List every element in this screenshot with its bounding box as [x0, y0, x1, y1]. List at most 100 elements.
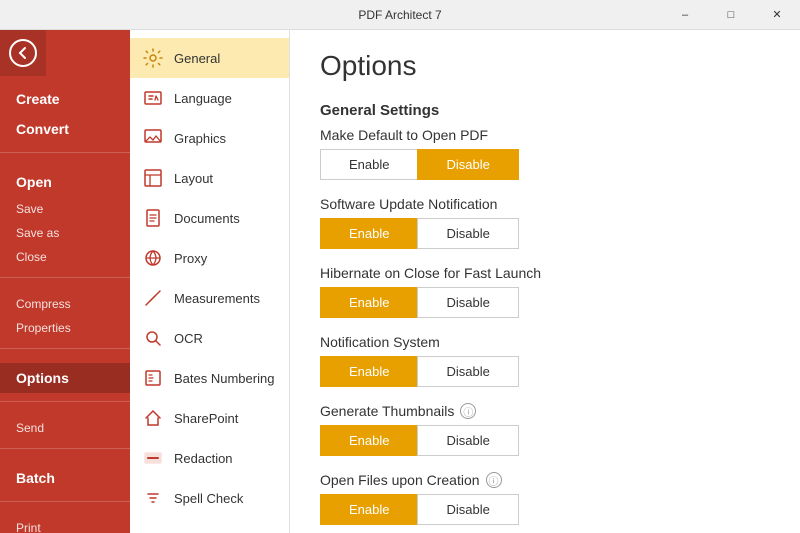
nav-item-general-label: General	[174, 51, 220, 66]
nav-item-documents-label: Documents	[174, 211, 240, 226]
open-files-enable-btn[interactable]: Enable	[320, 494, 417, 525]
measurements-icon	[142, 287, 164, 309]
sidebar: Create Convert Open Save Save as Close C…	[0, 30, 130, 533]
setting-open-files-label: Open Files upon Creation ⓘ	[320, 472, 770, 488]
options-nav: General Language Graphics	[130, 30, 290, 533]
nav-item-spell-check[interactable]: Spell Check	[130, 478, 289, 518]
nav-item-ocr[interactable]: OCR	[130, 318, 289, 358]
nav-item-measurements-label: Measurements	[174, 291, 260, 306]
nav-item-bates-numbering-label: Bates Numbering	[174, 371, 274, 386]
nav-item-layout[interactable]: Layout	[130, 158, 289, 198]
sidebar-item-convert[interactable]: Convert	[0, 114, 130, 144]
nav-item-layout-label: Layout	[174, 171, 213, 186]
setting-open-files: Open Files upon Creation ⓘ Enable Disabl…	[320, 472, 770, 525]
thumbnails-disable-btn[interactable]: Disable	[417, 425, 518, 456]
documents-icon	[142, 207, 164, 229]
back-icon	[9, 39, 37, 67]
nav-item-general[interactable]: General	[130, 38, 289, 78]
page-title: Options	[320, 50, 770, 82]
bates-numbering-icon	[142, 367, 164, 389]
setting-hibernate-label: Hibernate on Close for Fast Launch	[320, 265, 770, 281]
sidebar-group-open: Open Save Save as Close	[0, 159, 130, 278]
titlebar: PDF Architect 7 – □ ✕	[0, 0, 800, 30]
nav-item-bates-numbering[interactable]: Bates Numbering	[130, 358, 289, 398]
setting-make-default: Make Default to Open PDF Enable Disable	[320, 127, 770, 180]
hibernate-disable-btn[interactable]: Disable	[417, 287, 518, 318]
app-body: Create Convert Open Save Save as Close C…	[0, 30, 800, 533]
main-content: Options General Settings Make Default to…	[290, 30, 800, 533]
open-files-info-icon[interactable]: ⓘ	[486, 472, 502, 488]
titlebar-title: PDF Architect 7	[358, 8, 441, 22]
language-icon	[142, 87, 164, 109]
nav-item-sharepoint-label: SharePoint	[174, 411, 238, 426]
software-update-enable-btn[interactable]: Enable	[320, 218, 417, 249]
setting-thumbnails-toggle: Enable Disable	[320, 425, 770, 456]
nav-item-redaction-label: Redaction	[174, 451, 233, 466]
graphics-icon	[142, 127, 164, 149]
setting-open-files-toggle: Enable Disable	[320, 494, 770, 525]
sidebar-group-send: Send	[0, 408, 130, 449]
nav-item-proxy[interactable]: Proxy	[130, 238, 289, 278]
sidebar-item-properties[interactable]: Properties	[0, 316, 130, 340]
nav-item-spell-check-label: Spell Check	[174, 491, 243, 506]
sidebar-group-print: Print	[0, 508, 130, 533]
nav-item-graphics[interactable]: Graphics	[130, 118, 289, 158]
setting-notification-label: Notification System	[320, 334, 770, 350]
setting-software-update-label: Software Update Notification	[320, 196, 770, 212]
redaction-icon	[142, 447, 164, 469]
ocr-icon	[142, 327, 164, 349]
nav-item-sharepoint[interactable]: SharePoint	[130, 398, 289, 438]
setting-hibernate: Hibernate on Close for Fast Launch Enabl…	[320, 265, 770, 318]
nav-item-redaction[interactable]: Redaction	[130, 438, 289, 478]
setting-make-default-toggle: Enable Disable	[320, 149, 770, 180]
make-default-disable-btn[interactable]: Disable	[417, 149, 518, 180]
make-default-enable-btn[interactable]: Enable	[320, 149, 417, 180]
layout-icon	[142, 167, 164, 189]
back-button[interactable]	[0, 30, 46, 76]
titlebar-controls: – □ ✕	[662, 0, 800, 29]
setting-software-update-toggle: Enable Disable	[320, 218, 770, 249]
maximize-button[interactable]: □	[708, 0, 754, 29]
sidebar-item-batch[interactable]: Batch	[0, 463, 130, 493]
hibernate-enable-btn[interactable]: Enable	[320, 287, 417, 318]
sidebar-group-create-convert: Create Convert	[0, 76, 130, 153]
section-title: General Settings	[320, 102, 770, 119]
software-update-disable-btn[interactable]: Disable	[417, 218, 518, 249]
notification-disable-btn[interactable]: Disable	[417, 356, 518, 387]
spell-check-icon	[142, 487, 164, 509]
thumbnails-enable-btn[interactable]: Enable	[320, 425, 417, 456]
sidebar-item-save-as[interactable]: Save as	[0, 221, 130, 245]
setting-make-default-label: Make Default to Open PDF	[320, 127, 770, 143]
nav-item-proxy-label: Proxy	[174, 251, 207, 266]
sidebar-item-print[interactable]: Print	[0, 516, 130, 533]
thumbnails-info-icon[interactable]: ⓘ	[460, 403, 476, 419]
nav-item-ocr-label: OCR	[174, 331, 203, 346]
sidebar-item-create[interactable]: Create	[0, 84, 130, 114]
setting-notification: Notification System Enable Disable	[320, 334, 770, 387]
notification-enable-btn[interactable]: Enable	[320, 356, 417, 387]
setting-thumbnails-label: Generate Thumbnails ⓘ	[320, 403, 770, 419]
sidebar-item-compress[interactable]: Compress	[0, 292, 130, 316]
open-files-disable-btn[interactable]: Disable	[417, 494, 518, 525]
minimize-button[interactable]: –	[662, 0, 708, 29]
nav-item-graphics-label: Graphics	[174, 131, 226, 146]
nav-item-documents[interactable]: Documents	[130, 198, 289, 238]
nav-item-language[interactable]: Language	[130, 78, 289, 118]
nav-item-measurements[interactable]: Measurements	[130, 278, 289, 318]
proxy-icon	[142, 247, 164, 269]
sidebar-item-send[interactable]: Send	[0, 416, 130, 440]
nav-item-language-label: Language	[174, 91, 232, 106]
sidebar-item-open[interactable]: Open	[0, 167, 130, 197]
close-button[interactable]: ✕	[754, 0, 800, 29]
sidebar-item-save[interactable]: Save	[0, 197, 130, 221]
sidebar-item-options[interactable]: Options	[0, 363, 130, 393]
sidebar-group-batch: Batch	[0, 455, 130, 502]
setting-software-update: Software Update Notification Enable Disa…	[320, 196, 770, 249]
sidebar-item-close[interactable]: Close	[0, 245, 130, 269]
setting-notification-toggle: Enable Disable	[320, 356, 770, 387]
sidebar-group-compress: Compress Properties	[0, 284, 130, 349]
sidebar-group-options: Options	[0, 355, 130, 402]
setting-hibernate-toggle: Enable Disable	[320, 287, 770, 318]
setting-thumbnails: Generate Thumbnails ⓘ Enable Disable	[320, 403, 770, 456]
general-icon	[142, 47, 164, 69]
